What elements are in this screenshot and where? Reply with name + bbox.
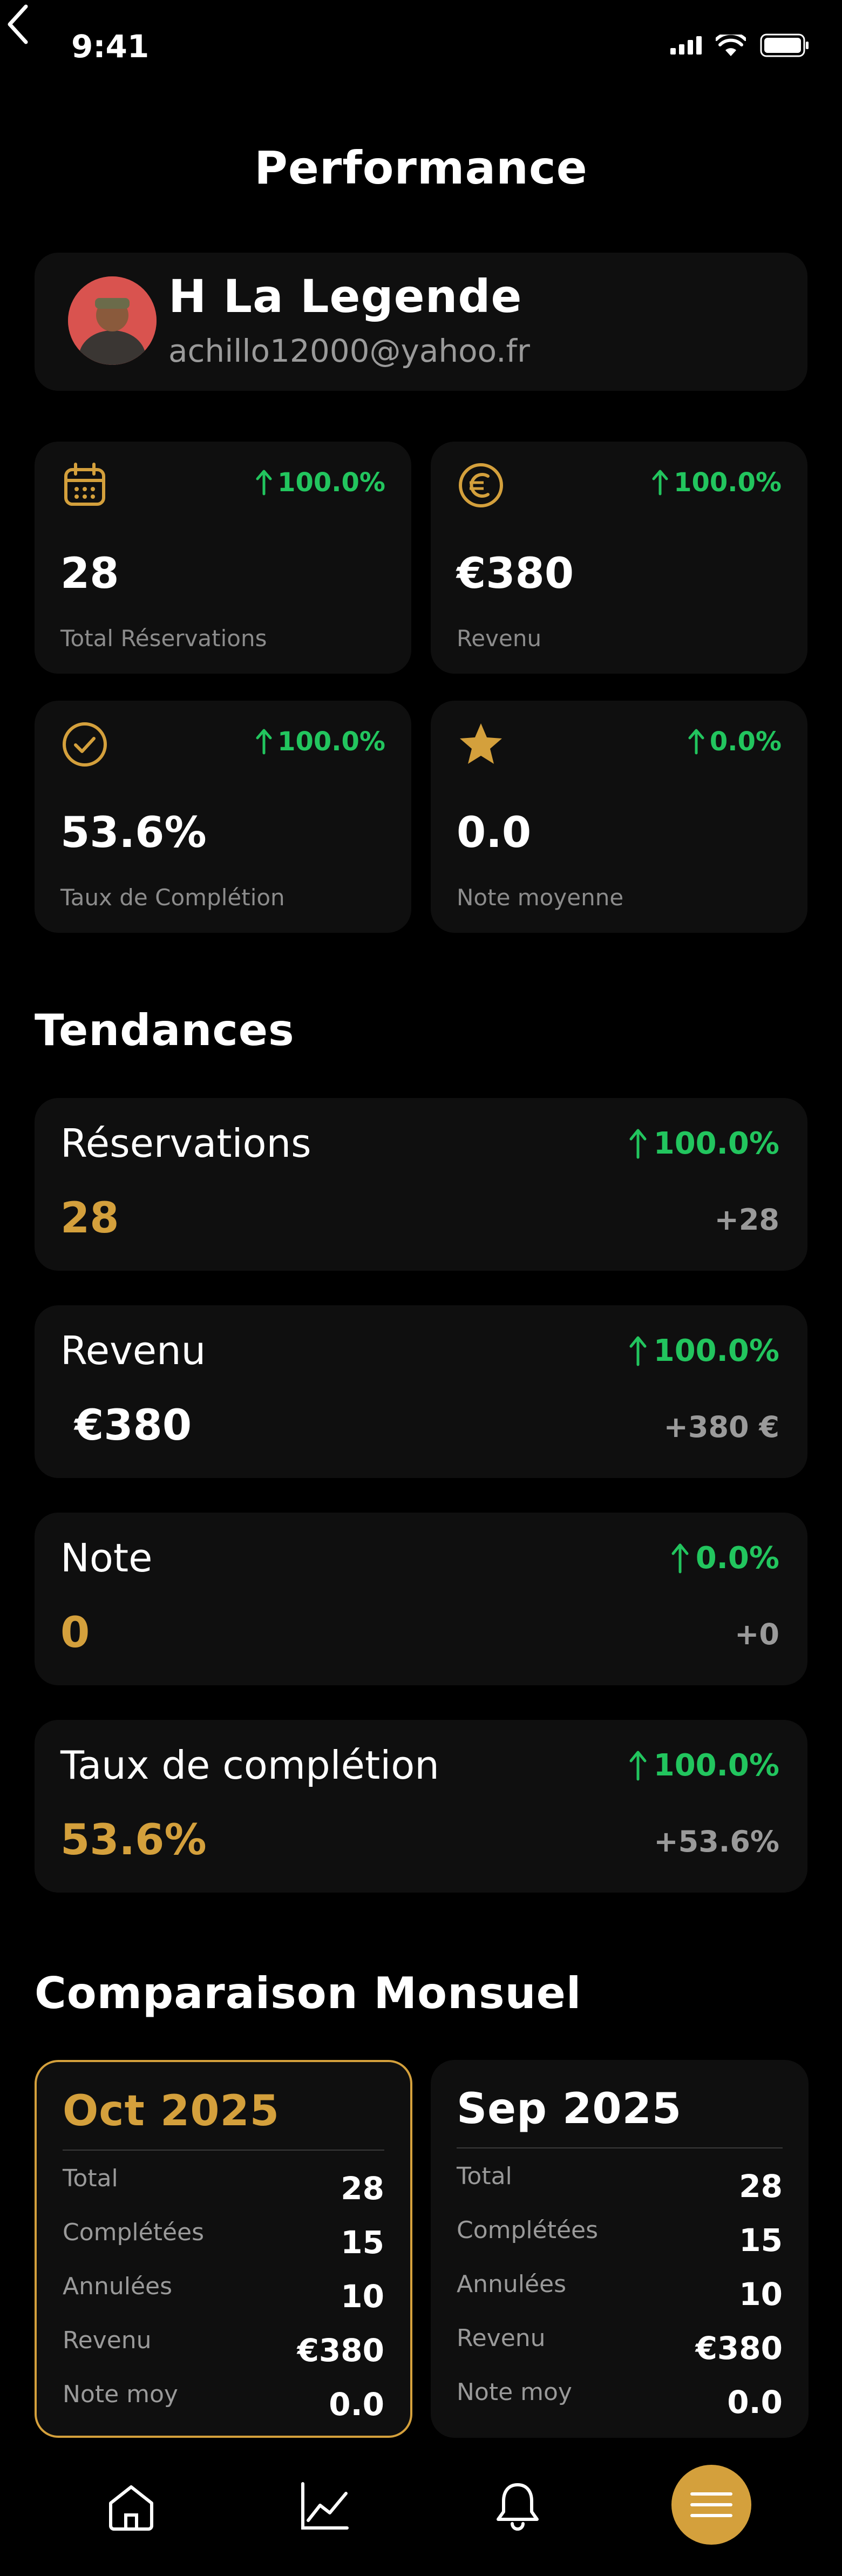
trend-card-completion[interactable]: Taux de complétion 100.0% 53.6% +53.6%: [35, 1720, 807, 1893]
wifi-icon: [716, 35, 746, 56]
profile-email: achillo12000@yahoo.fr: [168, 333, 530, 369]
home-icon: [109, 2485, 153, 2531]
page-title: Performance: [254, 141, 588, 194]
trend-delta: +28: [714, 1203, 779, 1237]
bell-icon: [497, 2483, 539, 2531]
arrow-up-icon: [688, 729, 704, 755]
stat-label: Note moyenne: [457, 884, 624, 911]
divider: [63, 2150, 384, 2151]
arrow-up-icon: [256, 470, 272, 496]
divider: [457, 2147, 783, 2148]
month-title: Sep 2025: [457, 2085, 682, 2133]
nav-stats[interactable]: [284, 2466, 365, 2547]
stat-change: 100.0%: [652, 467, 782, 498]
stat-change: 100.0%: [256, 727, 385, 757]
signal-icon: [670, 36, 702, 55]
trend-value: 53.6%: [60, 1816, 207, 1865]
arrow-up-icon: [671, 1543, 689, 1573]
trend-change: 100.0%: [629, 1333, 779, 1368]
avatar: [68, 276, 157, 365]
status-icons: [670, 33, 810, 57]
stat-value: 28: [60, 550, 119, 598]
month-row-revenue: Revenu €380: [457, 2324, 783, 2367]
star-icon: [460, 723, 502, 764]
euro-icon: [459, 463, 503, 507]
section-title-monthly: Comparaison Monsuel: [35, 1968, 582, 2018]
trend-delta: +380 €: [663, 1410, 779, 1444]
check-circle-icon: [63, 722, 107, 767]
stat-change: 0.0%: [688, 727, 782, 757]
stat-value: 0.0: [457, 809, 532, 857]
trend-delta: +0: [735, 1617, 779, 1651]
nav-menu[interactable]: [671, 2465, 751, 2545]
trend-name: Réservations: [60, 1121, 311, 1166]
nav-notifications[interactable]: [477, 2466, 558, 2547]
month-title: Oct 2025: [63, 2087, 280, 2136]
month-row-total: Total 28: [457, 2163, 783, 2205]
trend-value: 28: [60, 1194, 119, 1243]
stat-label: Revenu: [457, 625, 542, 652]
trend-change: 100.0%: [629, 1126, 779, 1161]
stat-value: 53.6%: [60, 809, 207, 857]
section-title-trends: Tendances: [35, 1005, 295, 1055]
arrow-up-icon: [629, 1751, 647, 1780]
arrow-up-icon: [629, 1336, 647, 1366]
calendar-icon: [64, 463, 105, 506]
status-time: 9:41: [71, 28, 150, 65]
back-icon[interactable]: [0, 0, 38, 49]
month-card-previous[interactable]: Sep 2025 Total 28 Complétées 15 Annulées…: [431, 2060, 809, 2438]
stat-card-revenue[interactable]: 100.0% €380 Revenu: [431, 442, 807, 674]
trend-value: 0: [60, 1609, 90, 1657]
month-row-cancelled: Annulées 10: [457, 2270, 783, 2313]
menu-icon: [690, 2492, 732, 2517]
month-row-revenue: Revenu €380: [63, 2327, 384, 2369]
trend-card-reservations[interactable]: Réservations 100.0% 28 +28: [35, 1098, 807, 1271]
month-row-rating: Note moy 0.0: [457, 2378, 783, 2421]
battery-icon: [760, 33, 809, 57]
trend-delta: +53.6%: [654, 1825, 779, 1859]
stat-label: Total Réservations: [60, 625, 267, 652]
stat-card-completion[interactable]: 100.0% 53.6% Taux de Complétion: [35, 701, 411, 933]
arrow-up-icon: [652, 470, 668, 496]
trend-name: Revenu: [60, 1328, 206, 1373]
arrow-up-icon: [629, 1129, 647, 1158]
month-row-completed: Complétées 15: [63, 2219, 384, 2261]
stat-label: Taux de Complétion: [60, 884, 285, 911]
trend-card-rating[interactable]: Note 0.0% 0 +0: [35, 1513, 807, 1685]
month-row-total: Total 28: [63, 2165, 384, 2207]
arrow-up-icon: [256, 729, 272, 755]
stat-change: 100.0%: [256, 467, 385, 498]
trend-card-revenue[interactable]: Revenu 100.0% €380 +380 €: [35, 1305, 807, 1478]
nav-home[interactable]: [91, 2466, 172, 2547]
trend-name: Note: [60, 1535, 153, 1581]
chart-icon: [301, 2482, 349, 2530]
month-row-rating: Note moy 0.0: [63, 2381, 384, 2423]
stat-card-reservations[interactable]: 100.0% 28 Total Réservations: [35, 442, 411, 674]
trend-change: 100.0%: [629, 1748, 779, 1783]
month-row-completed: Complétées 15: [457, 2216, 783, 2259]
stat-card-rating[interactable]: 0.0% 0.0 Note moyenne: [431, 701, 807, 933]
month-card-current[interactable]: Oct 2025 Total 28 Complétées 15 Annulées…: [35, 2060, 412, 2438]
trend-change: 0.0%: [671, 1541, 779, 1576]
trend-name: Taux de complétion: [60, 1743, 439, 1788]
profile-name: H La Legende: [168, 270, 522, 323]
trend-value: €380: [74, 1401, 192, 1450]
stat-value: €380: [457, 550, 574, 598]
month-row-cancelled: Annulées 10: [63, 2273, 384, 2315]
